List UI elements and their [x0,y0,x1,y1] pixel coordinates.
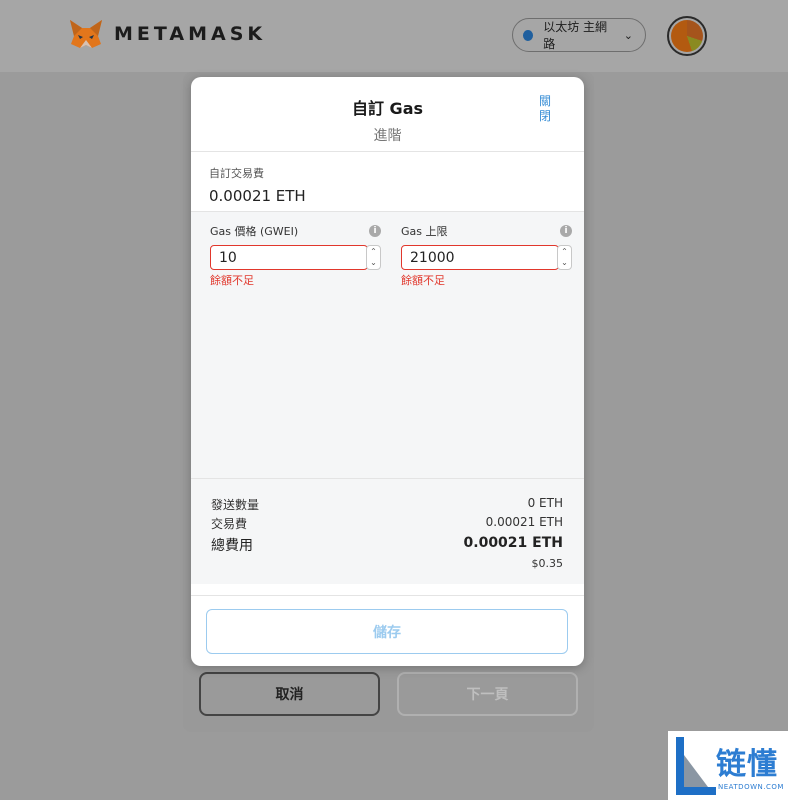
tab-advanced[interactable]: 進階 [191,125,584,145]
total-value: 0.00021 ETH [463,535,563,551]
gas-limit-label: Gas 上限 [401,225,448,238]
send-amount-value: 0 ETH [527,496,563,510]
network-selector[interactable]: 以太坊 主網路 ⌄ [512,18,646,52]
watermark-text: 链懂 [716,747,778,782]
custom-fee-value: 0.00021 ETH [209,187,306,205]
modal-header: 自訂 Gas 進階 關閉 [191,77,584,152]
network-status-dot [523,29,534,41]
gas-price-error: 餘額不足 [210,274,254,287]
gas-limit-stepper[interactable]: ⌃ ⌄ [557,245,572,270]
close-button[interactable]: 關閉 [539,94,553,124]
gas-price-stepper[interactable]: ⌃ ⌄ [366,245,381,270]
modal-footer: 儲存 [191,595,584,666]
chevron-up-icon[interactable]: ⌃ [558,246,571,257]
save-button[interactable]: 儲存 [206,609,568,654]
gas-limit-input[interactable]: 21000 [401,245,559,270]
app-header: METAMASK 以太坊 主網路 ⌄ [0,0,788,72]
custom-gas-modal: 自訂 Gas 進階 關閉 自訂交易費 0.00021 ETH Gas 價格 (G… [191,77,584,666]
cancel-button[interactable]: 取消 [199,672,380,716]
gas-limit-error: 餘額不足 [401,274,445,287]
account-avatar[interactable] [667,16,707,56]
gas-limit-field: Gas 上限 i 21000 ⌃ ⌄ 餘額不足 [401,223,572,287]
chevron-up-icon[interactable]: ⌃ [367,246,380,257]
chevron-down-icon[interactable]: ⌄ [367,257,380,268]
send-amount-row: 發送數量 0 ETH [211,496,563,513]
watermark: 链懂 NEATDOWN.COM [668,731,788,800]
chevron-down-icon: ⌄ [623,28,633,42]
info-icon[interactable]: i [369,225,381,237]
gas-price-field: Gas 價格 (GWEI) i 10 ⌃ ⌄ 餘額不足 [210,223,381,287]
watermark-logo-icon [676,737,716,795]
send-amount-label: 發送數量 [211,498,260,512]
modal-title: 自訂 Gas [351,99,424,118]
fox-icon [70,20,102,48]
identicon-icon [671,20,703,52]
gas-price-label: Gas 價格 (GWEI) [210,225,299,238]
metamask-logo[interactable]: METAMASK [68,18,266,50]
brand-name: METAMASK [114,23,267,45]
transaction-fee-value: 0.00021 ETH [485,515,563,529]
network-label: 以太坊 主網路 [543,20,608,51]
total-usd-value: $0.35 [531,557,564,570]
transaction-fee-label: 交易費 [211,517,248,531]
next-button[interactable]: 下一頁 [397,672,578,716]
gas-price-input[interactable]: 10 [210,245,368,270]
total-row: 總費用 0.00021 ETH [211,535,563,555]
transaction-summary: 發送數量 0 ETH 交易費 0.00021 ETH 總費用 0.00021 E… [191,479,584,584]
custom-fee-section: 自訂交易費 0.00021 ETH [191,152,584,212]
watermark-subtext: NEATDOWN.COM [718,783,784,791]
total-label: 總費用 [211,538,253,554]
transaction-fee-row: 交易費 0.00021 ETH [211,515,563,532]
gas-inputs-section: Gas 價格 (GWEI) i 10 ⌃ ⌄ 餘額不足 Gas 上限 i 210… [191,212,584,479]
chevron-down-icon[interactable]: ⌄ [558,257,571,268]
custom-fee-label: 自訂交易費 [209,167,264,180]
info-icon[interactable]: i [560,225,572,237]
